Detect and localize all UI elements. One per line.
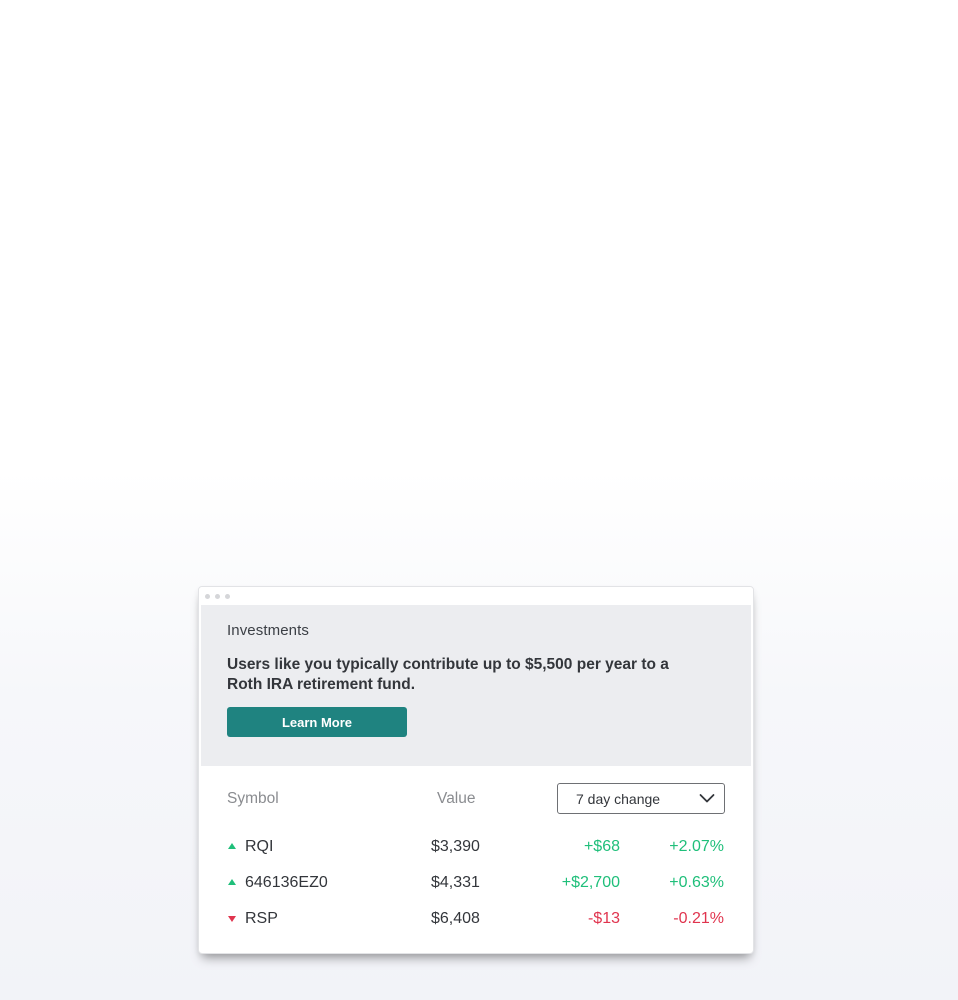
table-row[interactable]: 646136EZ0 $4,331 +$2,700 +0.63% [199,866,753,902]
change-cell: -$13 [587,910,620,927]
column-header-value[interactable]: Value [437,790,476,808]
value-cell: $3,390 [431,838,480,855]
table-row[interactable]: RSP $6,408 -$13 -0.21% [199,902,753,938]
period-select-value: 7 day change [576,790,661,807]
learn-more-button[interactable]: Learn More [227,707,407,737]
period-select[interactable]: 7 day change [557,783,725,814]
promo-banner: Investments Users like you typically con… [201,605,751,766]
promo-message: Users like you typically contribute up t… [227,656,669,693]
window-control-dot-icon[interactable] [215,593,220,599]
value-cell: $6,408 [431,910,480,927]
column-header-symbol[interactable]: Symbol [227,790,279,808]
symbol-cell: RSP [245,910,278,927]
value-cell: $4,331 [431,874,480,891]
triangle-down-icon [228,916,236,922]
symbol-cell: RQI [245,838,274,855]
holdings-table: Symbol Value 7 day change RQI $3,390 +$68 +… [199,766,753,938]
window-control-dot-icon[interactable] [205,593,210,599]
triangle-up-icon [228,843,236,849]
triangle-up-icon [228,879,236,885]
table-row[interactable]: RQI $3,390 +$68 +2.07% [199,830,753,866]
investments-window: Investments Users like you typically con… [198,586,754,954]
table-header: Symbol Value 7 day change [199,766,753,830]
change-cell: +$68 [583,838,620,855]
symbol-cell: 646136EZ0 [245,874,328,891]
section-title: Investments [227,622,309,639]
window-control-dot-icon[interactable] [225,593,230,599]
change-cell: +$2,700 [561,874,620,891]
percent-cell: -0.21% [673,910,724,927]
chevron-down-icon [699,794,715,803]
window-titlebar [199,587,753,605]
percent-cell: +0.63% [669,874,724,891]
percent-cell: +2.07% [669,838,724,855]
